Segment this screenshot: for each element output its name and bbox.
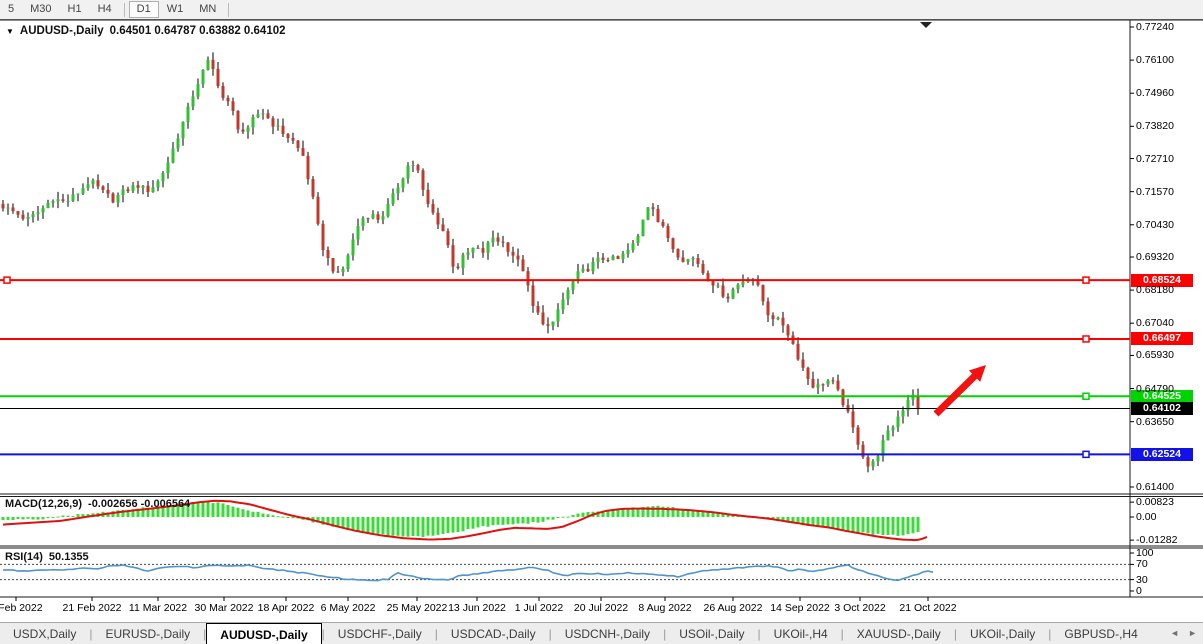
- price-tick-label: 0.71570: [1136, 186, 1174, 198]
- price-tick-label: 0.73820: [1136, 120, 1174, 132]
- price-tick-label: 0.67040: [1136, 317, 1174, 329]
- tab-scroll-right-icon[interactable]: ►: [1188, 628, 1197, 638]
- price-tick-label: 0.68180: [1136, 284, 1174, 296]
- current-price-label: 0.64102: [1131, 402, 1193, 415]
- price-tick-label: 0.72710: [1136, 153, 1174, 165]
- chart-tab-bar: USDX,Daily|EURUSD-,Daily|AUDUSD-,Daily|U…: [0, 622, 1203, 644]
- price-tick-label: 0.74960: [1136, 87, 1174, 99]
- tab-gbpusd-h4[interactable]: GBPUSD-,H4: [1051, 623, 1150, 644]
- tab-usdcad-daily[interactable]: USDCAD-,Daily: [438, 623, 549, 644]
- chart-ohlc-values: 0.64501 0.64787 0.63882 0.64102: [110, 25, 286, 37]
- date-tick-label: 6 May 2022: [321, 602, 376, 614]
- tab-ukoil-h4[interactable]: UKOil-,H4: [761, 623, 841, 644]
- date-tick-label: 13 Jun 2022: [448, 602, 506, 614]
- chart-title: ▼ AUDUSD-,Daily 0.64501 0.64787 0.63882 …: [6, 25, 286, 37]
- chart-dropdown-icon[interactable]: ▼: [6, 27, 14, 36]
- tab-nav: ◄ ►: [1170, 622, 1197, 644]
- price-tick-label: 0.64790: [1136, 383, 1174, 395]
- chart-symbol-label: AUDUSD-,Daily: [20, 25, 104, 37]
- date-tick-label: 8 Aug 2022: [638, 602, 691, 614]
- rsi-tick-label: 70: [1136, 558, 1148, 570]
- rsi-tick-label: 0: [1136, 585, 1142, 597]
- macd-name: MACD(12,26,9): [5, 498, 82, 510]
- macd-values: -0.002656 -0.006564: [88, 498, 190, 510]
- tab-usdcnh-daily[interactable]: USDCNH-,Daily: [552, 623, 663, 644]
- chart-region: ▼ AUDUSD-,Daily 0.64501 0.64787 0.63882 …: [0, 0, 1203, 622]
- rsi-panel[interactable]: [0, 549, 1130, 597]
- tab-eurusd-daily[interactable]: EURUSD-,Daily: [92, 623, 203, 644]
- date-tick-label: 1 Jul 2022: [515, 602, 563, 614]
- price-tick-label: 0.76100: [1136, 54, 1174, 66]
- rsi-indicator-label: RSI(14) 50.1355: [5, 551, 89, 563]
- macd-tick-label: 0.00: [1136, 511, 1156, 523]
- tab-ukoil-daily[interactable]: UKOil-,Daily: [957, 623, 1048, 644]
- macd-tick-label: 0.00823: [1136, 496, 1174, 508]
- price-tick-label: 0.77240: [1136, 21, 1174, 33]
- tab-xauusd-daily[interactable]: XAUUSD-,Daily: [844, 623, 954, 644]
- tab-scroll-left-icon[interactable]: ◄: [1170, 628, 1179, 638]
- date-tick-label: 2 Feb 2022: [0, 602, 43, 614]
- rsi-name: RSI(14): [5, 551, 43, 563]
- main-chart-area[interactable]: [0, 21, 1130, 494]
- rsi-value: 50.1355: [49, 551, 89, 563]
- hline-price-label: 0.62524: [1131, 448, 1193, 461]
- date-tick-label: 18 Apr 2022: [258, 602, 315, 614]
- date-tick-label: 20 Jul 2022: [574, 602, 628, 614]
- hline-price-label: 0.66497: [1131, 332, 1193, 345]
- date-tick-label: 21 Oct 2022: [899, 602, 956, 614]
- date-tick-label: 30 Mar 2022: [195, 602, 254, 614]
- price-tick-label: 0.69320: [1136, 251, 1174, 263]
- tab-usoil-daily[interactable]: USOil-,Daily: [666, 623, 757, 644]
- price-tick-label: 0.63650: [1136, 416, 1174, 428]
- price-tick-label: 0.61400: [1136, 481, 1174, 493]
- price-tick-label: 0.70430: [1136, 219, 1174, 231]
- mt4-window: 5M30H1H4D1W1MN ▼ AUDUSD-,Daily 0.64501 0…: [0, 0, 1203, 644]
- date-tick-label: 21 Feb 2022: [63, 602, 122, 614]
- date-tick-label: 11 Mar 2022: [129, 602, 187, 614]
- tab-usdx-daily[interactable]: USDX,Daily: [0, 623, 89, 644]
- date-tick-label: 3 Oct 2022: [834, 602, 885, 614]
- tab-audusd-daily[interactable]: AUDUSD-,Daily: [206, 623, 321, 644]
- price-tick-label: 0.65930: [1136, 349, 1174, 361]
- date-tick-label: 26 Aug 2022: [704, 602, 763, 614]
- rsi-tick-label: 100: [1136, 547, 1154, 559]
- macd-tick-label: -0.01282: [1136, 534, 1177, 546]
- macd-indicator-label: MACD(12,26,9) -0.002656 -0.006564: [5, 498, 190, 510]
- tab-usdchf-daily[interactable]: USDCHF-,Daily: [325, 623, 435, 644]
- date-tick-label: 14 Sep 2022: [770, 602, 830, 614]
- rsi-tick-label: 30: [1136, 574, 1148, 586]
- date-tick-label: 25 May 2022: [387, 602, 448, 614]
